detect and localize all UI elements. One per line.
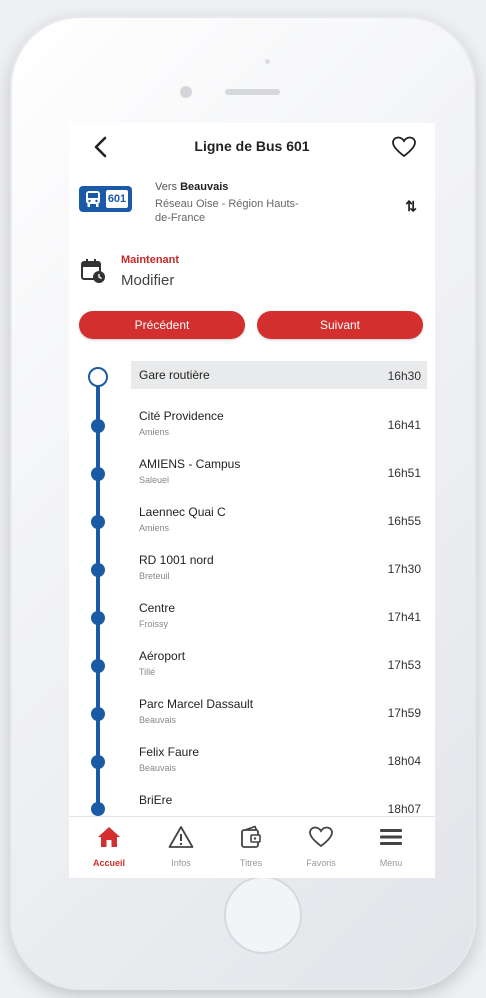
calendar-clock-icon <box>81 259 105 283</box>
stop-marker-icon <box>91 419 105 433</box>
stop-marker-icon <box>91 755 105 769</box>
tab-label: Favoris <box>306 858 336 868</box>
stop-name: Aéroport <box>139 649 186 663</box>
stop-time: 16h55 <box>387 514 421 528</box>
tab-label: Titres <box>239 858 263 868</box>
tab-menu[interactable]: Menu <box>361 825 421 868</box>
warning-icon <box>168 826 194 848</box>
bus-line-badge: 601 <box>79 186 132 212</box>
stop-row[interactable]: RD 1001 nord Breteuil 17h30 <box>69 549 435 597</box>
stop-row[interactable]: Cité Providence Amiens 16h41 <box>69 405 435 453</box>
stop-marker-icon <box>91 802 105 816</box>
stop-row[interactable]: Felix Faure Beauvais 18h04 <box>69 741 435 789</box>
stop-name: Cité Providence <box>139 409 224 423</box>
stop-time: 17h41 <box>387 610 421 624</box>
earpiece-speaker <box>225 89 280 95</box>
bus-icon <box>86 191 100 207</box>
stop-name: Parc Marcel Dassault <box>139 697 254 711</box>
stop-time: 16h30 <box>387 369 421 383</box>
route-info: 601 Vers Beauvais Réseau Oise - Région H… <box>69 178 435 238</box>
direction-destination: Beauvais <box>180 181 229 193</box>
bottom-tab-bar: Accueil Infos Titres Favoris Menu <box>69 816 435 878</box>
stop-city: Amiens <box>139 427 170 437</box>
stop-row[interactable]: Parc Marcel Dassault Beauvais 17h59 <box>69 693 435 741</box>
wallet-icon <box>241 825 261 848</box>
stop-time: 16h51 <box>387 466 421 480</box>
stop-time: 17h53 <box>387 658 421 672</box>
stop-marker-icon <box>91 563 105 577</box>
line-number: 601 <box>106 190 128 208</box>
stop-name: Felix Faure <box>139 745 200 759</box>
stop-marker-icon <box>91 659 105 673</box>
home-icon <box>98 827 120 847</box>
page-title: Ligne de Bus 601 <box>194 138 310 154</box>
tab-infos[interactable]: Infos <box>151 825 211 868</box>
stop-name: BriEre <box>139 793 173 807</box>
next-button[interactable]: Suivant <box>257 311 423 339</box>
stop-name: Gare routière <box>139 368 210 382</box>
stop-time: 18h07 <box>387 802 421 816</box>
stop-row[interactable]: Laennec Quai C Amiens 16h55 <box>69 501 435 549</box>
direction-prefix: Vers <box>155 181 178 193</box>
stop-marker-icon <box>91 707 105 721</box>
stop-name: RD 1001 nord <box>139 553 214 567</box>
stop-row[interactable]: Centre Froissy 17h41 <box>69 597 435 645</box>
stop-city: Froissy <box>139 619 168 629</box>
stop-city: Saleuel <box>139 475 170 485</box>
stop-marker-icon <box>91 611 105 625</box>
top-bar: Ligne de Bus 601 <box>69 123 435 173</box>
front-camera <box>180 86 192 98</box>
tab-label: Menu <box>379 858 403 868</box>
stop-time: 17h30 <box>387 562 421 576</box>
stop-name: AMIENS - Campus <box>139 457 241 471</box>
stop-marker-icon <box>88 367 108 387</box>
tab-label: Accueil <box>92 858 125 868</box>
direction: Vers Beauvais <box>155 181 228 193</box>
tab-label: Infos <box>171 858 191 868</box>
app-screen: Ligne de Bus 601 601 Vers Beauvais Résea… <box>69 123 435 878</box>
stop-time: 18h04 <box>387 754 421 768</box>
network-name: Réseau Oise - Région Hauts-de-France <box>155 198 299 224</box>
tab-accueil[interactable]: Accueil <box>79 825 139 868</box>
tab-titres[interactable]: Titres <box>221 825 281 868</box>
time-now-label: Maintenant <box>121 254 180 266</box>
proximity-sensor <box>265 59 270 64</box>
heart-icon <box>309 826 333 848</box>
stop-city: Beauvais <box>139 715 177 725</box>
menu-icon <box>380 829 402 845</box>
schedule-nav: Précédent Suivant <box>69 311 435 341</box>
stop-time: 16h41 <box>387 418 421 432</box>
swap-direction-icon[interactable]: ⇅ <box>405 198 417 215</box>
favorite-heart-icon[interactable] <box>391 135 417 159</box>
stop-city: Tillé <box>139 667 156 677</box>
stop-row[interactable]: AMIENS - Campus Saleuel 16h51 <box>69 453 435 501</box>
stop-row[interactable]: Gare routière 16h30 <box>69 361 435 409</box>
previous-button[interactable]: Précédent <box>79 311 245 339</box>
stop-city: Amiens <box>139 523 170 533</box>
tab-favoris[interactable]: Favoris <box>291 825 351 868</box>
home-button[interactable] <box>224 876 302 954</box>
stop-row[interactable]: Aéroport Tillé 17h53 <box>69 645 435 693</box>
stop-city: Breteuil <box>139 571 170 581</box>
stop-name: Centre <box>139 601 176 615</box>
departure-time-selector[interactable]: Maintenant Modifier <box>69 243 435 295</box>
stop-marker-icon <box>91 467 105 481</box>
stop-city: Beauvais <box>139 763 177 773</box>
stop-marker-icon <box>91 515 105 529</box>
modify-time-link[interactable]: Modifier <box>121 272 174 289</box>
stop-name: Laennec Quai C <box>139 505 226 519</box>
stop-time: 17h59 <box>387 706 421 720</box>
